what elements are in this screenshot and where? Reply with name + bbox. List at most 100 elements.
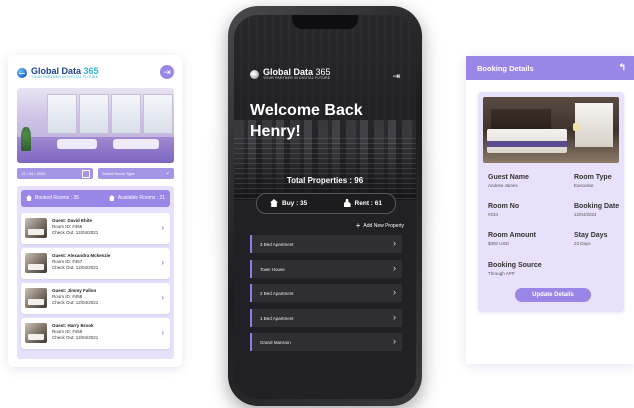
window-shape [47,94,77,134]
property-name: 1 Bed Apartment [260,315,294,321]
check-out: Check Out: 12/04/2021 [52,230,99,235]
globe-logo-icon [17,68,27,79]
booked-rooms: Booked Rooms : 35 [35,195,79,201]
back-arrow-icon[interactable]: ↰ [618,62,626,73]
chevron-right-icon: › [393,287,396,297]
globe-logo-icon [250,69,259,79]
field-value: 12/04/2024 [574,212,597,217]
field-label: Stay Days [574,232,608,239]
property-name: Grand Mansion [260,339,291,345]
field-value: #234 [488,212,499,217]
chevron-right-icon: › [161,223,164,232]
house-icon [108,195,115,201]
guest-card[interactable]: Guest: David Ehite Room ID: #456 Check O… [21,213,170,244]
check-out: Check Out: 12/04/2021 [52,265,99,270]
brand-tagline: YOUR PARTNER IN DIGITAL FUTURE [31,75,99,79]
field-label: Booking Date [574,203,620,210]
room-thumbnail [25,323,47,343]
bed-runner-shape [487,141,567,147]
logout-button[interactable]: ⇥ [160,65,174,79]
available-rooms: Available Rooms : 21 [117,195,165,201]
house-icon [26,195,32,201]
check-out: Check Out: 12/04/2021 [52,300,99,305]
guest-card[interactable]: Guest: Jimmy Fallon Room ID: #458 Check … [21,283,170,314]
field-value: Executive [574,183,594,188]
room-thumbnail [25,288,47,308]
guest-card[interactable]: Guest: Alexandra Mckenzie Room ID: #457 … [21,248,170,279]
rooms-panel: Booked Rooms : 35 Available Rooms : 21 G… [17,186,174,359]
date-value: 12 / 04 / 2022 [21,171,46,176]
field-label: Room Type [574,174,612,181]
property-name: 3 Bed Apartment [260,241,294,247]
field-value: $300 USD [488,241,509,246]
calendar-icon [82,170,90,178]
rent-count: Rent : 61 [354,199,382,207]
chevron-right-icon: › [393,336,396,346]
room-type-select[interactable]: Select Room Type ⌄ [98,168,174,179]
date-picker[interactable]: 12 / 04 / 2022 [17,168,93,179]
buy-rent-summary: Buy : 35 Rent : 61 [256,193,396,214]
check-out: Check Out: 12/04/2021 [52,335,99,340]
field-label: Room Amount [488,232,536,239]
lamp-shape [573,123,579,131]
room-amount-field: Room Amount $300 USD [488,231,536,247]
update-details-button[interactable]: Update Details [515,288,591,302]
property-item[interactable]: Town House › [250,260,402,278]
buy-count: Buy : 35 [282,199,308,207]
phone-screen: Global Data 365 YOUR PARTNER IN DIGITAL … [234,15,416,399]
property-item[interactable]: Grand Mansion › [250,333,402,351]
phone-mockup: Global Data 365 YOUR PARTNER IN DIGITAL … [228,6,422,406]
booking-details-card: Booking Details ↰ Guest Name Andrew Jame… [466,56,634,364]
hotel-room-image [483,97,619,163]
room-stats-bar: Booked Rooms : 35 Available Rooms : 21 [21,190,170,207]
plus-icon: + [355,221,361,230]
window-shape [79,94,109,134]
chevron-right-icon: › [393,238,396,248]
stay-days-field: Stay Days 23 Days [574,231,607,247]
chevron-right-icon: › [161,293,164,302]
room-thumbnail [25,253,47,273]
welcome-heading: Welcome Back Henry! [250,100,363,142]
headboard-shape [491,109,551,131]
guest-name-field: Guest Name Andrew James [488,173,529,189]
property-item[interactable]: 2 Bed Apartment › [250,284,402,302]
field-label: Room No [488,203,520,210]
field-label: Guest Name [488,174,529,181]
logout-icon: ⇥ [163,66,171,77]
brand-logo: Global Data 365 YOUR PARTNER IN DIGITAL … [17,67,99,80]
booking-source-field: Booking Source Through APP [488,261,542,277]
add-new-label: Add New Property [363,223,404,229]
window-shape [575,103,613,147]
window-shape [143,94,173,134]
add-new-property-button[interactable]: + Add New Property [355,221,404,230]
user-name: Henry! [250,123,301,140]
total-properties: Total Properties : 96 [286,176,364,185]
sofa-shape [57,139,97,149]
room-no-field: Room No #234 [488,202,519,218]
hotel-lobby-image [17,88,174,163]
property-item[interactable]: 3 Bed Apartment › [250,235,402,253]
field-value: Through APP [488,271,515,276]
brand-logo: Global Data 365 YOUR PARTNER IN DIGITAL … [250,68,331,81]
welcome-line: Welcome Back [250,102,363,119]
plant-shape [21,127,31,151]
field-value: 23 Days [574,241,591,246]
field-value: Andrew James [488,183,518,188]
room-type-field: Room Type Executive [574,173,612,189]
room-thumbnail [25,218,47,238]
logout-icon[interactable]: ⇥ [392,71,400,82]
property-name: 2 Bed Apartment [260,290,294,296]
room-type-placeholder: Select Room Type [102,171,135,176]
hotel-dashboard-card: Global Data 365 YOUR PARTNER IN DIGITAL … [8,55,182,367]
booking-date-field: Booking Date 12/04/2024 [574,202,619,218]
guest-card[interactable]: Guest: Harry Brook Room ID: #459 Check O… [21,318,170,349]
window-shape [111,94,141,134]
property-name: Town House [260,266,285,272]
phone-notch [292,15,358,29]
booking-header: Booking Details ↰ [466,56,634,80]
booking-title: Booking Details [477,63,534,73]
chevron-down-icon: ⌄ [164,170,170,176]
chevron-right-icon: › [393,312,396,322]
chevron-right-icon: › [161,328,164,337]
property-item[interactable]: 1 Bed Apartment › [250,309,402,327]
